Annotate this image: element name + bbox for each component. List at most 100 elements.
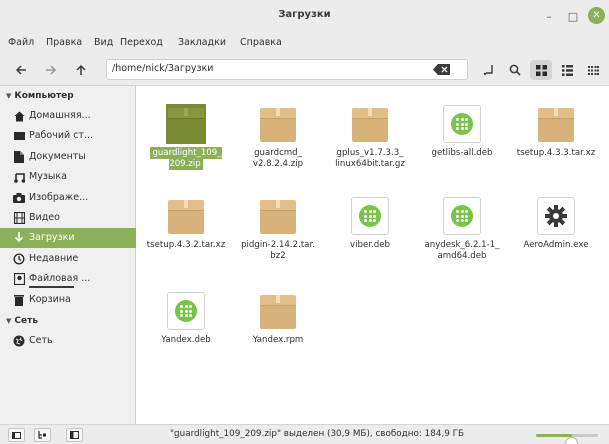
- deb-package-icon: [442, 196, 482, 236]
- file-item[interactable]: viber.deb: [324, 196, 416, 276]
- deb-package-icon: [442, 104, 482, 144]
- archive-icon: [258, 196, 298, 236]
- compact-view-button[interactable]: [582, 60, 604, 80]
- maximize-button[interactable]: □: [564, 7, 582, 25]
- sidebar-item-label: Рабочий ст...: [29, 130, 94, 141]
- menu-go[interactable]: Переход: [120, 37, 163, 48]
- file-item[interactable]: tsetup.4.3.2.tar.xz: [140, 196, 232, 276]
- edit-path-icon: [483, 65, 493, 76]
- sidebar-item-downloads[interactable]: Загрузки: [0, 228, 136, 248]
- file-name: anydesk_6.2.1-1_ amd64.deb: [424, 240, 500, 261]
- home-icon: [13, 110, 25, 122]
- list-view-icon: [561, 64, 573, 76]
- desktop-icon: [13, 130, 25, 142]
- file-name: Yandex.rpm: [252, 335, 304, 345]
- deb-package-icon: [350, 196, 390, 236]
- clear-location-icon[interactable]: [433, 63, 451, 76]
- back-button[interactable]: [12, 61, 30, 79]
- minimize-button[interactable]: –: [540, 7, 558, 25]
- grid-view-icon: [535, 64, 547, 76]
- sidebar-item-label: Сеть: [29, 335, 53, 346]
- sidebar-item-home[interactable]: Домашняя...: [0, 106, 136, 126]
- network-section-header[interactable]: ▼ Сеть: [6, 316, 38, 326]
- sidebar: ▼ Компьютер Домашняя... Рабочий ст... Док…: [0, 86, 136, 424]
- file-name: tsetup.4.3.3.tar.xz: [516, 148, 596, 158]
- zoom-slider-handle[interactable]: [565, 437, 579, 444]
- zoom-slider[interactable]: [536, 434, 598, 444]
- toggle-location-button[interactable]: [478, 60, 500, 80]
- music-icon: [13, 171, 25, 183]
- hide-sidebar-button[interactable]: [66, 428, 83, 442]
- file-item[interactable]: guardcmd_ v2.8.2.4.zip: [232, 104, 324, 184]
- file-view: guardlight_109_ 209.zip guardcmd_ v2.8.2…: [137, 86, 609, 424]
- file-item[interactable]: AeroAdmin.exe: [510, 196, 602, 276]
- file-item[interactable]: guardlight_109_ 209.zip: [140, 104, 232, 184]
- compact-view-icon: [587, 65, 599, 75]
- menu-edit[interactable]: Правка: [46, 37, 82, 48]
- location-bar[interactable]: /home/nick/Загрузки: [106, 59, 468, 80]
- file-item[interactable]: getlibs-all.deb: [416, 104, 508, 184]
- close-button[interactable]: ✕: [588, 7, 605, 24]
- archive-icon: [350, 104, 390, 144]
- archive-icon: [166, 104, 206, 144]
- sidebar-item-network[interactable]: Сеть: [0, 331, 136, 351]
- file-name: guardlight_109_ 209.zip: [150, 147, 222, 170]
- icon-view-button[interactable]: [530, 60, 552, 80]
- file-name: AeroAdmin.exe: [523, 240, 589, 250]
- tree-view-icon: [38, 431, 46, 439]
- expand-triangle-icon: ▼: [6, 92, 12, 100]
- expand-triangle-icon: ▼: [6, 317, 12, 325]
- file-name: getlibs-all.deb: [431, 148, 493, 158]
- archive-icon: [536, 104, 576, 144]
- show-places-button[interactable]: [8, 428, 25, 442]
- status-text: "guardlight_109_209.zip" выделен (30,9 М…: [170, 429, 465, 439]
- file-name: guardcmd_ v2.8.2.4.zip: [252, 148, 304, 169]
- file-item[interactable]: pidgin-2.14.2.tar. bz2: [232, 196, 324, 276]
- sidebar-item-documents[interactable]: Документы: [0, 147, 136, 167]
- file-name: tsetup.4.3.2.tar.xz: [146, 240, 226, 250]
- menu-file[interactable]: Файл: [8, 37, 34, 48]
- menu-view[interactable]: Вид: [94, 37, 113, 48]
- executable-icon: [536, 196, 576, 236]
- menu-help[interactable]: Справка: [240, 37, 282, 48]
- archive-icon: [258, 291, 298, 331]
- video-icon: [13, 212, 25, 224]
- sidebar-item-filesystem[interactable]: Файловая ...: [0, 269, 136, 289]
- show-treeview-button[interactable]: [34, 428, 51, 442]
- sidebar-item-label: Файловая ...: [29, 273, 91, 284]
- archive-icon: [258, 104, 298, 144]
- list-view-button[interactable]: [556, 60, 578, 80]
- drive-icon: [13, 273, 25, 285]
- file-name: pidgin-2.14.2.tar. bz2: [241, 240, 315, 261]
- file-item[interactable]: gplus_v1.7.3.3_ linux64bit.tar.gz: [324, 104, 416, 184]
- computer-section-header[interactable]: ▼ Компьютер: [6, 91, 74, 101]
- file-item[interactable]: tsetup.4.3.3.tar.xz: [510, 104, 602, 184]
- up-button[interactable]: [72, 61, 90, 79]
- sidebar-item-label: Видео: [29, 212, 60, 223]
- sidebar-item-video[interactable]: Видео: [0, 208, 136, 228]
- sidebar-places-icon: [12, 431, 21, 439]
- toolbar: /home/nick/Загрузки: [0, 54, 609, 86]
- sidebar-item-label: Документы: [29, 151, 86, 162]
- sidebar-item-recent[interactable]: Недавние: [0, 249, 136, 269]
- sidebar-item-label: Недавние: [29, 253, 79, 264]
- documents-icon: [13, 151, 25, 163]
- search-button[interactable]: [504, 60, 526, 80]
- window-title: Загрузки: [278, 9, 331, 20]
- sidebar-item-desktop[interactable]: Рабочий ст...: [0, 126, 136, 146]
- zoom-slider-fill: [536, 434, 572, 437]
- forward-button[interactable]: [42, 61, 60, 79]
- file-item[interactable]: anydesk_6.2.1-1_ amd64.deb: [416, 196, 508, 276]
- sidebar-item-label: Загрузки: [29, 232, 75, 243]
- sidebar-item-trash[interactable]: Корзина: [0, 290, 136, 310]
- hide-sidebar-icon: [70, 431, 79, 439]
- sidebar-item-music[interactable]: Музыка: [0, 167, 136, 187]
- menu-bookmarks[interactable]: Закладки: [178, 37, 226, 48]
- sidebar-item-pictures[interactable]: Изображе...: [0, 188, 136, 208]
- file-item[interactable]: Yandex.rpm: [232, 291, 324, 371]
- sidebar-item-label: Музыка: [29, 171, 67, 182]
- gear-icon: [545, 205, 567, 227]
- file-item[interactable]: Yandex.deb: [140, 291, 232, 371]
- menu-bar: Файл Правка Вид Переход Закладки Справка: [0, 32, 609, 54]
- file-name: gplus_v1.7.3.3_ linux64bit.tar.gz: [335, 148, 405, 169]
